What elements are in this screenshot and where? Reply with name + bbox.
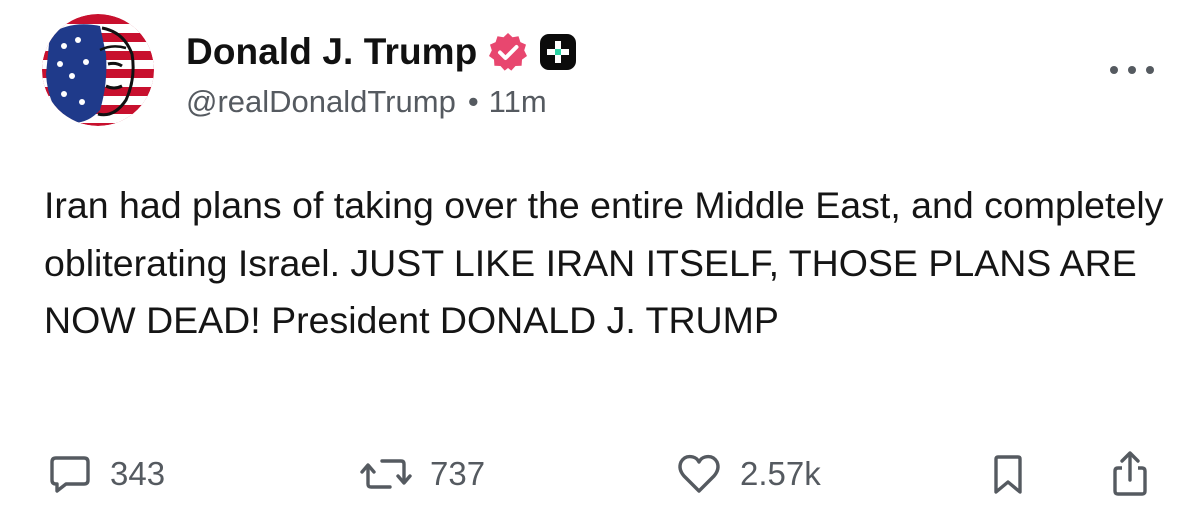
- bookmark-icon: [988, 452, 1028, 496]
- like-button[interactable]: 2.57k: [676, 448, 821, 500]
- avatar-image: [42, 14, 154, 126]
- bookmark-button[interactable]: [988, 448, 1028, 500]
- share-button[interactable]: [1108, 448, 1152, 500]
- verified-badge-icon: [487, 31, 529, 73]
- more-dot: [1110, 66, 1118, 74]
- share-icon: [1108, 450, 1152, 498]
- plus-badge-icon: [539, 33, 577, 71]
- post-time[interactable]: 11m: [489, 84, 547, 119]
- more-options-icon[interactable]: [1110, 60, 1154, 80]
- like-count: 2.57k: [740, 455, 821, 492]
- reply-count: 343: [110, 455, 166, 492]
- repost-button[interactable]: 737: [360, 448, 485, 500]
- repost-icon: [360, 452, 412, 496]
- avatar[interactable]: [42, 14, 154, 126]
- reply-button[interactable]: 343: [48, 448, 165, 500]
- heart-icon: [676, 452, 722, 496]
- author-handle[interactable]: @realDonaldTrump: [186, 84, 456, 119]
- author-name-row: Donald J. Trump: [186, 28, 577, 76]
- action-bar: 343 737 2.57k: [0, 448, 1200, 500]
- repost-count: 737: [430, 455, 486, 492]
- post-card: Donald J. Trump @realDonaldTrump • 11m Ira…: [0, 0, 1200, 521]
- meta-separator: •: [467, 84, 479, 119]
- post-text: Iran had plans of taking over the entire…: [44, 184, 1164, 341]
- more-dot: [1128, 66, 1136, 74]
- author-meta: @realDonaldTrump • 11m: [186, 84, 547, 120]
- comment-icon: [48, 452, 92, 496]
- more-dot: [1146, 66, 1154, 74]
- author-display-name[interactable]: Donald J. Trump: [186, 31, 477, 73]
